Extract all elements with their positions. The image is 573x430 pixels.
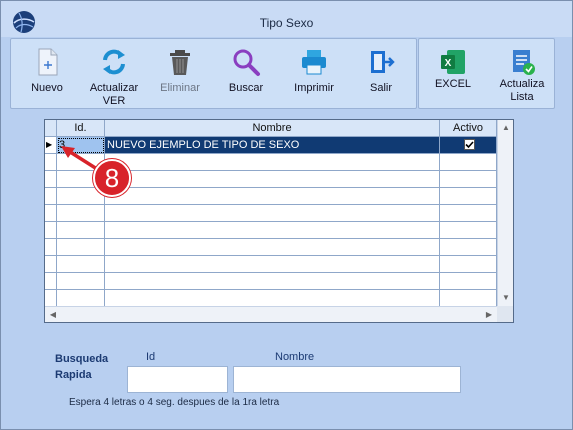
actualizar-label: Actualizar — [89, 82, 139, 94]
search-nombre-input[interactable] — [233, 366, 461, 393]
empty-row — [45, 205, 497, 222]
cell-activo[interactable] — [440, 137, 497, 154]
scroll-left-icon[interactable]: ◀ — [45, 307, 61, 323]
column-header-activo[interactable]: Activo — [440, 120, 497, 137]
buscar-label: Buscar — [228, 82, 264, 94]
export-toolbar: X EXCEL Actualiza Lista — [418, 38, 555, 109]
imprimir-button[interactable]: Imprimir — [287, 42, 341, 108]
data-grid[interactable]: Id. Nombre Activo ▶ 3 NUEVO EJEMPLO DE T… — [44, 119, 514, 323]
list-update-icon — [513, 50, 535, 75]
window-title: Tipo Sexo — [259, 16, 314, 30]
svg-text:X: X — [445, 58, 452, 69]
actualizar-ver-button[interactable]: Actualizar VER — [83, 42, 145, 108]
column-header-id[interactable]: Id. — [57, 120, 105, 137]
new-document-icon — [38, 48, 58, 76]
excel-icon: X — [441, 50, 465, 74]
empty-row — [45, 239, 497, 256]
annotation-number-badge: 8 — [93, 159, 131, 197]
empty-row — [45, 256, 497, 273]
rapida-label: Rapida — [55, 369, 92, 381]
horizontal-scrollbar[interactable]: ◀ ▶ — [45, 306, 497, 322]
excel-label: EXCEL — [434, 78, 472, 90]
actualiza-label: Actualiza — [499, 78, 545, 90]
empty-row — [45, 273, 497, 290]
salir-label: Salir — [369, 82, 392, 94]
main-toolbar: Nuevo Actualizar VER Eliminar Buscar Imp… — [10, 38, 417, 109]
title-bar: Tipo Sexo — [1, 1, 572, 37]
check-mark-icon — [464, 141, 474, 148]
imprimir-label: Imprimir — [294, 82, 334, 94]
grid-body: Id. Nombre Activo ▶ 3 NUEVO EJEMPLO DE T… — [45, 120, 497, 306]
vertical-scrollbar[interactable]: ▲ ▼ — [497, 120, 513, 306]
exit-door-icon — [371, 51, 395, 73]
tipo-sexo-window: Tipo Sexo Nuevo Actualizar VER Eliminar … — [0, 0, 573, 430]
empty-row — [45, 290, 497, 306]
scrollbar-corner — [497, 306, 513, 322]
table-row[interactable]: ▶ 3 NUEVO EJEMPLO DE TIPO DE SEXO — [45, 137, 497, 154]
salir-button[interactable]: Salir — [356, 42, 406, 108]
refresh-icon — [103, 49, 125, 75]
column-header-nombre[interactable]: Nombre — [105, 120, 440, 137]
empty-row — [45, 222, 497, 239]
scroll-up-icon[interactable]: ▲ — [498, 120, 514, 136]
eliminar-label: Eliminar — [160, 82, 200, 94]
search-hint-text: Espera 4 letras o 4 seg. despues de la 1… — [69, 397, 280, 408]
row-indicator-icon: ▶ — [45, 137, 57, 154]
cell-nombre[interactable]: NUEVO EJEMPLO DE TIPO DE SEXO — [105, 137, 440, 154]
eliminar-button[interactable]: Eliminar — [155, 42, 205, 108]
nuevo-label: Nuevo — [31, 82, 63, 94]
header-indicator-cell — [45, 120, 57, 137]
excel-button[interactable]: X EXCEL — [427, 42, 479, 108]
search-id-input[interactable] — [127, 366, 228, 393]
ver-label: VER — [102, 95, 126, 107]
cell-id[interactable]: 3 — [57, 137, 105, 154]
busqueda-label: Busqueda — [55, 353, 109, 365]
grid-header-row: Id. Nombre Activo — [45, 120, 497, 137]
lista-label: Lista — [510, 91, 534, 103]
nuevo-button[interactable]: Nuevo — [21, 42, 73, 108]
buscar-button[interactable]: Buscar — [221, 42, 271, 108]
search-id-label: Id — [146, 351, 156, 363]
quick-search-label: Busqueda Rapida — [55, 351, 108, 383]
activo-checkbox[interactable] — [463, 138, 475, 150]
search-icon — [233, 49, 260, 76]
actualiza-lista-button[interactable]: Actualiza Lista — [493, 42, 551, 108]
scroll-right-icon[interactable]: ▶ — [481, 307, 497, 323]
trash-icon — [170, 50, 190, 75]
printer-icon — [302, 50, 326, 75]
search-nombre-label: Nombre — [275, 351, 315, 363]
scroll-down-icon[interactable]: ▼ — [498, 290, 514, 306]
